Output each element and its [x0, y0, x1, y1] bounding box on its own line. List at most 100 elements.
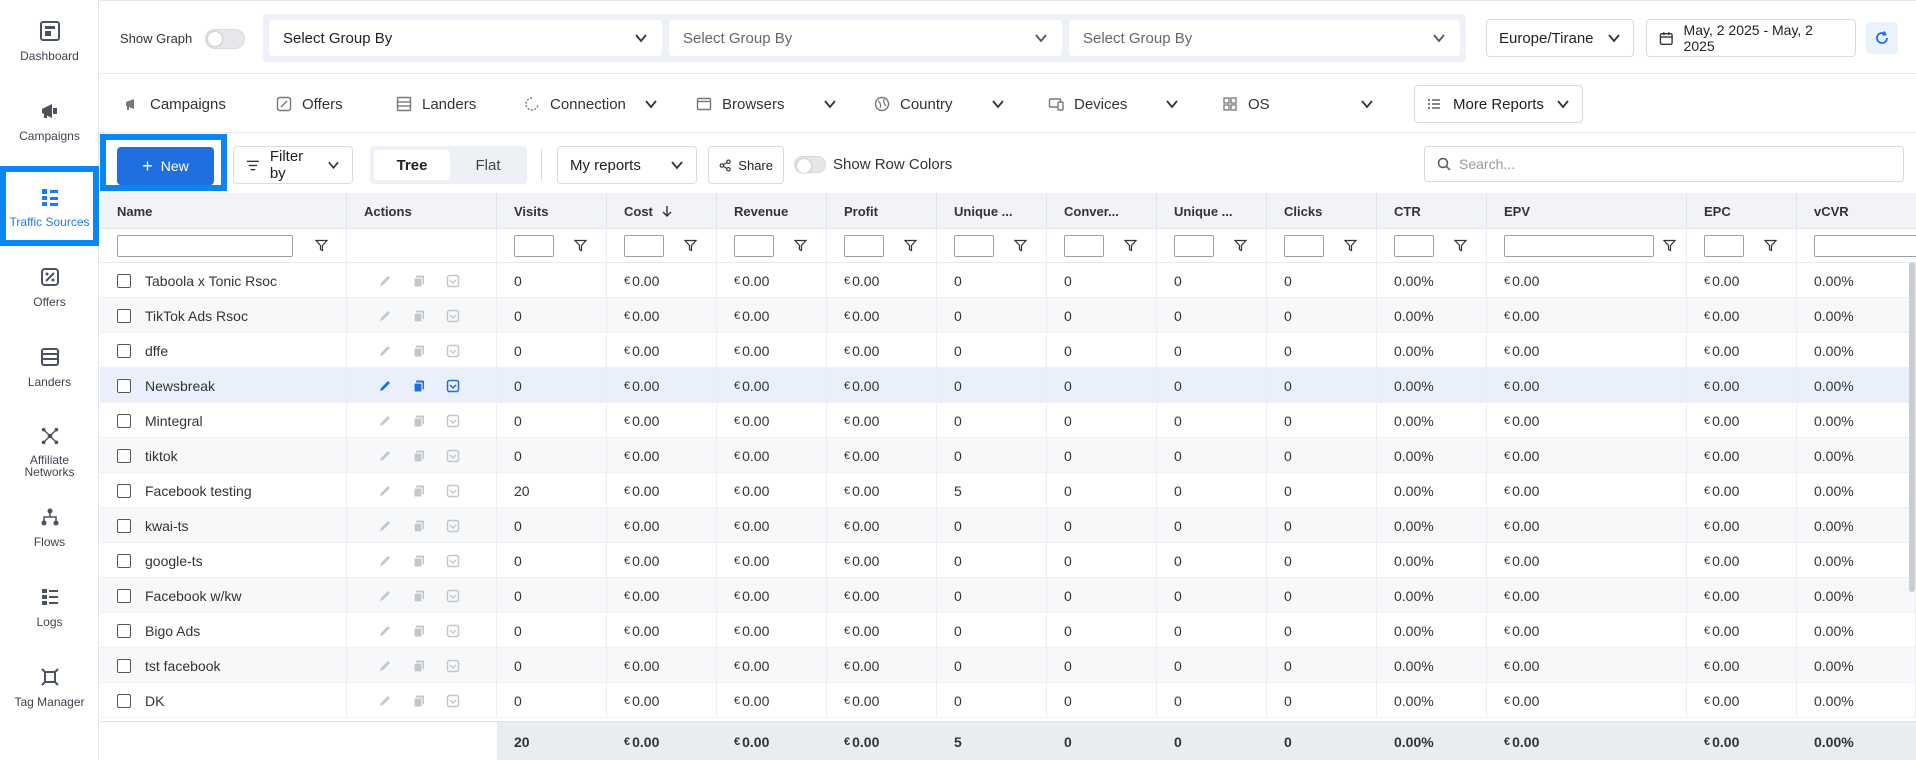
archive-icon[interactable]: [446, 309, 460, 323]
filter-by-button[interactable]: Filter by: [233, 146, 353, 184]
row-checkbox[interactable]: [117, 309, 131, 323]
col-header-profit[interactable]: Profit: [827, 193, 937, 229]
row-name[interactable]: Mintegral: [145, 403, 203, 438]
archive-icon[interactable]: [446, 449, 460, 463]
share-button[interactable]: Share: [708, 146, 784, 184]
row-checkbox[interactable]: [117, 694, 131, 708]
refresh-button[interactable]: [1866, 22, 1898, 54]
tab-landers[interactable]: Landers: [396, 75, 476, 133]
column-filter-input[interactable]: [624, 235, 664, 257]
filter-icon[interactable]: [314, 239, 329, 252]
edit-icon[interactable]: [378, 519, 392, 533]
copy-icon[interactable]: [412, 379, 426, 393]
row-checkbox[interactable]: [117, 274, 131, 288]
col-header-visits[interactable]: Visits: [497, 193, 607, 229]
row-checkbox[interactable]: [117, 659, 131, 673]
group-by-select-1[interactable]: Select Group By: [269, 20, 662, 56]
copy-icon[interactable]: [412, 589, 426, 603]
edit-icon[interactable]: [378, 624, 392, 638]
sidebar-item-dashboard[interactable]: Dashboard: [0, 0, 99, 72]
row-name[interactable]: Taboola x Tonic Rsoc: [145, 263, 277, 298]
date-range-picker[interactable]: May, 2 2025 - May, 2 2025: [1646, 19, 1856, 57]
vertical-scrollbar[interactable]: [1909, 262, 1915, 592]
filter-icon[interactable]: [903, 239, 918, 252]
filter-icon[interactable]: [683, 239, 698, 252]
copy-icon[interactable]: [412, 694, 426, 708]
edit-icon[interactable]: [378, 659, 392, 673]
show-graph-toggle[interactable]: [205, 29, 245, 49]
row-checkbox[interactable]: [117, 624, 131, 638]
table-row[interactable]: TikTok Ads Rsoc 0 €0.00 €0.00 €0.00 0 0 0 0 0.00%…: [100, 298, 1916, 333]
tab-offers[interactable]: Offers: [276, 75, 343, 133]
archive-icon[interactable]: [446, 519, 460, 533]
my-reports-select[interactable]: My reports: [557, 146, 697, 184]
col-header-conversions[interactable]: Conver...: [1047, 193, 1157, 229]
archive-icon[interactable]: [446, 274, 460, 288]
archive-icon[interactable]: [446, 484, 460, 498]
table-row[interactable]: dffe 0 €0.00 €0.00 €0.00 0 0 0 0 0.00% €0.00 €0.00 0…: [100, 333, 1916, 368]
view-flat-button[interactable]: Flat: [452, 150, 524, 180]
filter-icon[interactable]: [793, 239, 808, 252]
column-filter-input[interactable]: [1394, 235, 1434, 257]
archive-icon[interactable]: [446, 589, 460, 603]
column-filter-input[interactable]: [1504, 235, 1654, 257]
edit-icon[interactable]: [378, 274, 392, 288]
view-tree-button[interactable]: Tree: [374, 150, 450, 180]
filter-icon[interactable]: [1343, 239, 1358, 252]
row-name[interactable]: dffe: [145, 333, 168, 368]
edit-icon[interactable]: [378, 379, 392, 393]
filter-icon[interactable]: [1123, 239, 1138, 252]
tab-os[interactable]: OS: [1222, 75, 1374, 133]
col-header-epv[interactable]: EPV: [1487, 193, 1687, 229]
table-row[interactable]: Mintegral 0 €0.00 €0.00 €0.00 0 0 0 0 0.00% €0.00 €…: [100, 403, 1916, 438]
row-checkbox[interactable]: [117, 379, 131, 393]
archive-icon[interactable]: [446, 414, 460, 428]
column-filter-input[interactable]: [1174, 235, 1214, 257]
row-checkbox[interactable]: [117, 344, 131, 358]
sidebar-item-logs[interactable]: Logs: [0, 566, 99, 638]
table-row[interactable]: Taboola x Tonic Rsoc 0 €0.00 €0.00 €0.00 0 0 0 0…: [100, 263, 1916, 298]
archive-icon[interactable]: [446, 694, 460, 708]
table-row[interactable]: DK 0 €0.00 €0.00 €0.00 0 0 0 0 0.00% €0.00 €0.00 0.0…: [100, 683, 1916, 718]
tab-connection[interactable]: Connection: [524, 75, 658, 133]
archive-icon[interactable]: [446, 379, 460, 393]
row-checkbox[interactable]: [117, 519, 131, 533]
copy-icon[interactable]: [412, 519, 426, 533]
col-header-cost[interactable]: Cost: [607, 193, 717, 229]
table-row[interactable]: tst facebook 0 €0.00 €0.00 €0.00 0 0 0 0 0.00% €0.…: [100, 648, 1916, 683]
edit-icon[interactable]: [378, 344, 392, 358]
row-checkbox[interactable]: [117, 414, 131, 428]
search-input[interactable]: Search...: [1424, 146, 1904, 182]
copy-icon[interactable]: [412, 309, 426, 323]
table-row[interactable]: Facebook testing 20 €0.00 €0.00 €0.00 5 0 0 0 0.0…: [100, 473, 1916, 508]
table-row[interactable]: Newsbreak 0 €0.00 €0.00 €0.00 0 0 0 0 0.00% €0.00 €…: [100, 368, 1916, 403]
row-name[interactable]: Facebook testing: [145, 473, 252, 508]
row-name[interactable]: Facebook w/kw: [145, 578, 241, 613]
row-name[interactable]: tiktok: [145, 438, 178, 473]
row-checkbox[interactable]: [117, 554, 131, 568]
row-checkbox[interactable]: [117, 484, 131, 498]
edit-icon[interactable]: [378, 484, 392, 498]
col-header-unique-clicks[interactable]: Unique ...: [1157, 193, 1267, 229]
copy-icon[interactable]: [412, 554, 426, 568]
copy-icon[interactable]: [412, 624, 426, 638]
row-name[interactable]: TikTok Ads Rsoc: [145, 298, 248, 333]
table-row[interactable]: Bigo Ads 0 €0.00 €0.00 €0.00 0 0 0 0 0.00% €0.00 €0…: [100, 613, 1916, 648]
tab-country[interactable]: Country: [874, 75, 1005, 133]
copy-icon[interactable]: [412, 274, 426, 288]
timezone-select[interactable]: Europe/Tirane: [1486, 19, 1634, 57]
column-filter-input[interactable]: [514, 235, 554, 257]
col-header-vcvr[interactable]: vCVR: [1797, 193, 1916, 229]
edit-icon[interactable]: [378, 449, 392, 463]
new-button[interactable]: + New: [117, 147, 214, 185]
filter-icon[interactable]: [573, 239, 588, 252]
tab-campaigns[interactable]: Campaigns: [124, 75, 226, 133]
col-header-epc[interactable]: EPC: [1687, 193, 1797, 229]
table-row[interactable]: tiktok 0 €0.00 €0.00 €0.00 0 0 0 0 0.00% €0.00 €0.0…: [100, 438, 1916, 473]
copy-icon[interactable]: [412, 449, 426, 463]
column-filter-input[interactable]: [1814, 235, 1916, 257]
filter-icon[interactable]: [1453, 239, 1468, 252]
copy-icon[interactable]: [412, 484, 426, 498]
table-row[interactable]: kwai-ts 0 €0.00 €0.00 €0.00 0 0 0 0 0.00% €0.00 €0.…: [100, 508, 1916, 543]
col-header-clicks[interactable]: Clicks: [1267, 193, 1377, 229]
